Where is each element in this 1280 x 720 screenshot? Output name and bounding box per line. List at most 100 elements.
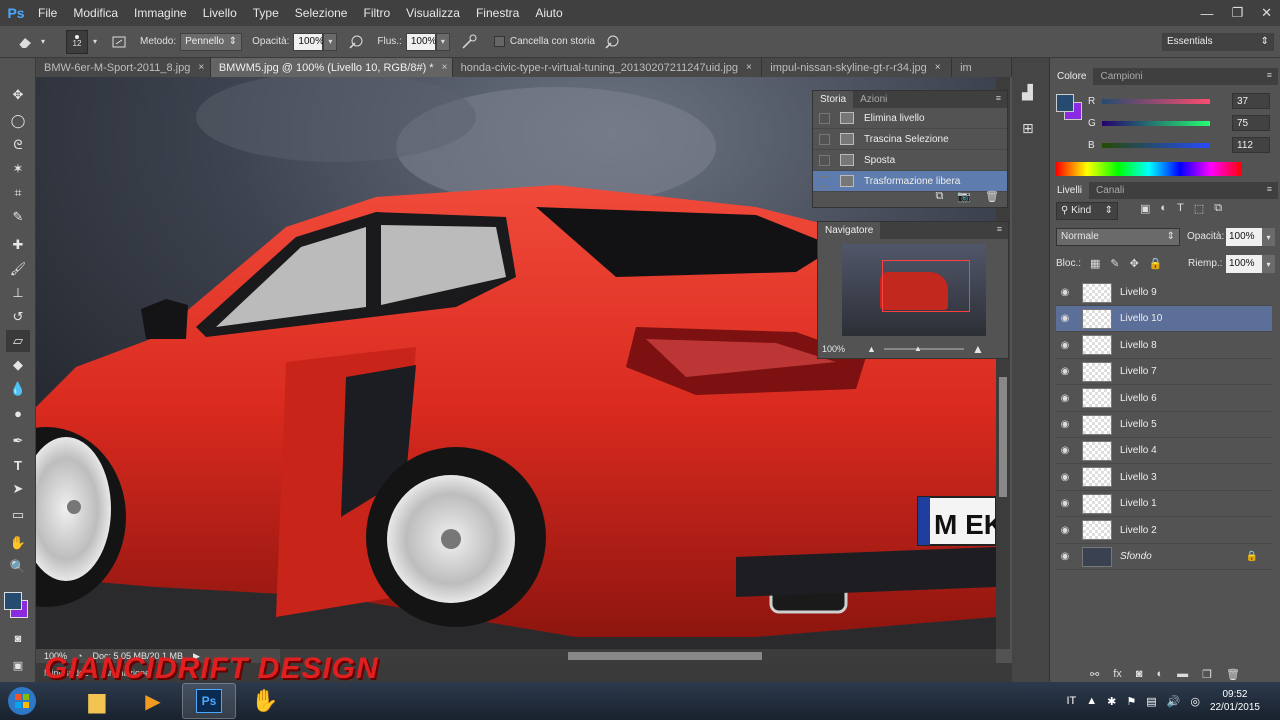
start-button[interactable] — [0, 683, 44, 719]
pressure-size-icon[interactable] — [601, 31, 623, 53]
blue-value[interactable]: 112 — [1232, 137, 1270, 153]
layer-row[interactable]: ◉ Livello 5 — [1056, 412, 1272, 438]
history-source-checkbox[interactable] — [819, 133, 830, 145]
eraser-tool-icon[interactable] — [14, 31, 36, 53]
blur-tool-icon[interactable]: 💧 — [6, 378, 30, 400]
layer-style-icon[interactable]: fx — [1113, 668, 1122, 681]
layer-row[interactable]: ◉ Livello 3 — [1056, 465, 1272, 491]
navigator-zoom-value[interactable]: 100% — [822, 344, 845, 354]
brush-size-picker[interactable]: 12 — [66, 29, 88, 54]
flow-input[interactable]: 100% — [405, 32, 436, 51]
layer-row[interactable]: ◉ Livello 10 — [1056, 306, 1272, 333]
close-tab-icon[interactable]: × — [746, 62, 752, 73]
healing-brush-tool-icon[interactable]: ✚ — [6, 234, 30, 256]
pen-tool-icon[interactable]: ✒ — [6, 430, 30, 452]
lock-pixels-icon[interactable]: ✎ — [1110, 257, 1119, 270]
brush-picker-dropdown-icon[interactable]: ▾ — [88, 33, 102, 51]
layer-mask-icon[interactable]: ◙ — [1136, 668, 1143, 681]
shape-filter-icon[interactable]: ⬚ — [1194, 202, 1204, 215]
history-brush-tool-icon[interactable]: ↺ — [6, 306, 30, 328]
document-tab[interactable]: BMWM5.jpg @ 100% (Livello 10, RGB/8#) * × — [210, 58, 453, 77]
scroll-thumb[interactable] — [568, 652, 762, 660]
quick-mask-icon[interactable]: ◙ — [6, 628, 30, 650]
visibility-eye-icon[interactable]: ◉ — [1056, 393, 1074, 404]
close-tab-icon[interactable]: × — [935, 62, 941, 73]
dodge-tool-icon[interactable]: ● — [6, 402, 30, 424]
horizontal-scrollbar[interactable] — [280, 649, 996, 663]
green-slider[interactable] — [1102, 120, 1210, 126]
document-tab[interactable]: honda-civic-type-r-virtual-tuning_201302… — [452, 58, 763, 77]
path-selection-tool-icon[interactable]: ➤ — [6, 478, 30, 500]
history-source-checkbox[interactable] — [819, 154, 830, 166]
lock-all-icon[interactable]: 🔒 — [1149, 257, 1163, 270]
link-layers-icon[interactable]: ⚯ — [1090, 668, 1099, 681]
red-value[interactable]: 37 — [1232, 93, 1270, 109]
visibility-eye-icon[interactable]: ◉ — [1056, 445, 1074, 456]
gradient-tool-icon[interactable]: ◆ — [6, 354, 30, 376]
layer-filter-select[interactable]: ⚲ Kind ⇕ — [1056, 202, 1118, 220]
layer-opacity-dropdown-icon[interactable]: ▾ — [1262, 228, 1275, 246]
lock-position-icon[interactable]: ✥ — [1130, 257, 1139, 270]
explorer-task-button[interactable]: ▆ — [70, 683, 124, 719]
panel-menu-icon[interactable]: ≡ — [997, 224, 1002, 234]
blend-mode-select[interactable]: Normale ⇕ — [1056, 228, 1180, 246]
tool-preset-dropdown-icon[interactable]: ▾ — [36, 33, 50, 51]
layer-row[interactable]: ◉ Livello 7 — [1056, 359, 1272, 386]
pixel-filter-icon[interactable]: ▣ — [1140, 202, 1150, 215]
visibility-eye-icon[interactable]: ◉ — [1056, 551, 1074, 562]
hand-tool-icon[interactable]: ✋ — [6, 532, 30, 554]
zoom-out-icon[interactable]: ▲ — [867, 344, 876, 354]
adjustments-icon[interactable]: ⊞ — [1022, 120, 1034, 137]
new-document-from-state-icon[interactable]: ⧉ — [935, 190, 943, 203]
flag-icon[interactable]: ⚑ — [1126, 695, 1136, 708]
mode-select[interactable]: Pennello ⇕ — [180, 32, 243, 51]
eyedropper-tool-icon[interactable]: ✎ — [6, 206, 30, 228]
language-indicator[interactable]: IT — [1066, 695, 1076, 707]
visibility-eye-icon[interactable]: ◉ — [1056, 287, 1074, 298]
lock-transparent-icon[interactable]: ▦ — [1090, 257, 1100, 270]
tab-swatches[interactable]: Campioni — [1093, 68, 1149, 85]
navigator-view-box[interactable] — [882, 260, 970, 312]
app-task-button[interactable]: ✋ — [238, 683, 292, 719]
layer-row[interactable]: ◉ Livello 1 — [1056, 491, 1272, 518]
foreground-color-swatch[interactable] — [4, 592, 22, 610]
visibility-eye-icon[interactable]: ◉ — [1056, 313, 1074, 324]
brush-panel-icon[interactable] — [108, 31, 130, 53]
color-spectrum-bar[interactable] — [1056, 162, 1242, 176]
visibility-eye-icon[interactable]: ◉ — [1056, 498, 1074, 509]
media-player-task-button[interactable]: ▶ — [126, 683, 180, 719]
network-icon[interactable]: ▤ — [1146, 695, 1156, 708]
snapshot-icon[interactable]: 📷 — [957, 190, 971, 203]
visibility-eye-icon[interactable]: ◉ — [1056, 419, 1074, 430]
fill-dropdown-icon[interactable]: ▾ — [1262, 255, 1275, 273]
delete-icon[interactable]: 🗑 — [985, 190, 999, 203]
opacity-input[interactable]: 100% — [293, 32, 324, 51]
crop-tool-icon[interactable]: ⌗ — [6, 182, 30, 204]
red-slider[interactable] — [1102, 98, 1210, 104]
new-group-icon[interactable]: ▬ — [1177, 668, 1188, 681]
stamp-tool-icon[interactable]: ⊥ — [6, 282, 30, 304]
document-tab[interactable]: im — [952, 58, 1013, 77]
airbrush-icon[interactable] — [458, 31, 480, 53]
history-state[interactable]: Trasformazione libera — [813, 171, 1007, 192]
menu-livello[interactable]: Livello — [195, 0, 245, 26]
histogram-icon[interactable]: ▟ — [1022, 84, 1033, 101]
document-tab[interactable]: impul-nissan-skyline-gt-r-r34.jpg × — [762, 58, 953, 77]
move-tool-icon[interactable]: ✥ — [6, 84, 30, 106]
workspace-select[interactable]: Essentials ⇕ — [1162, 32, 1274, 51]
menu-aiuto[interactable]: Aiuto — [527, 0, 570, 26]
type-filter-icon[interactable]: T — [1177, 202, 1184, 215]
zoom-in-icon[interactable]: ▲ — [972, 342, 984, 356]
opacity-dropdown-icon[interactable]: ▾ — [323, 32, 338, 51]
visibility-eye-icon[interactable]: ◉ — [1056, 472, 1074, 483]
volume-icon[interactable]: 🔊 — [1167, 695, 1181, 708]
eraser-tool-icon[interactable]: ▱ — [6, 330, 30, 352]
tab-channels[interactable]: Canali — [1089, 182, 1131, 199]
layer-row[interactable]: ◉ Livello 4 — [1056, 438, 1272, 465]
close-icon[interactable]: ✕ — [1261, 5, 1272, 21]
menu-modifica[interactable]: Modifica — [65, 0, 126, 26]
rectangle-tool-icon[interactable]: ▭ — [6, 504, 30, 526]
history-source-checkbox[interactable] — [819, 112, 830, 124]
menu-type[interactable]: Type — [245, 0, 287, 26]
tab-color[interactable]: Colore — [1050, 68, 1094, 85]
